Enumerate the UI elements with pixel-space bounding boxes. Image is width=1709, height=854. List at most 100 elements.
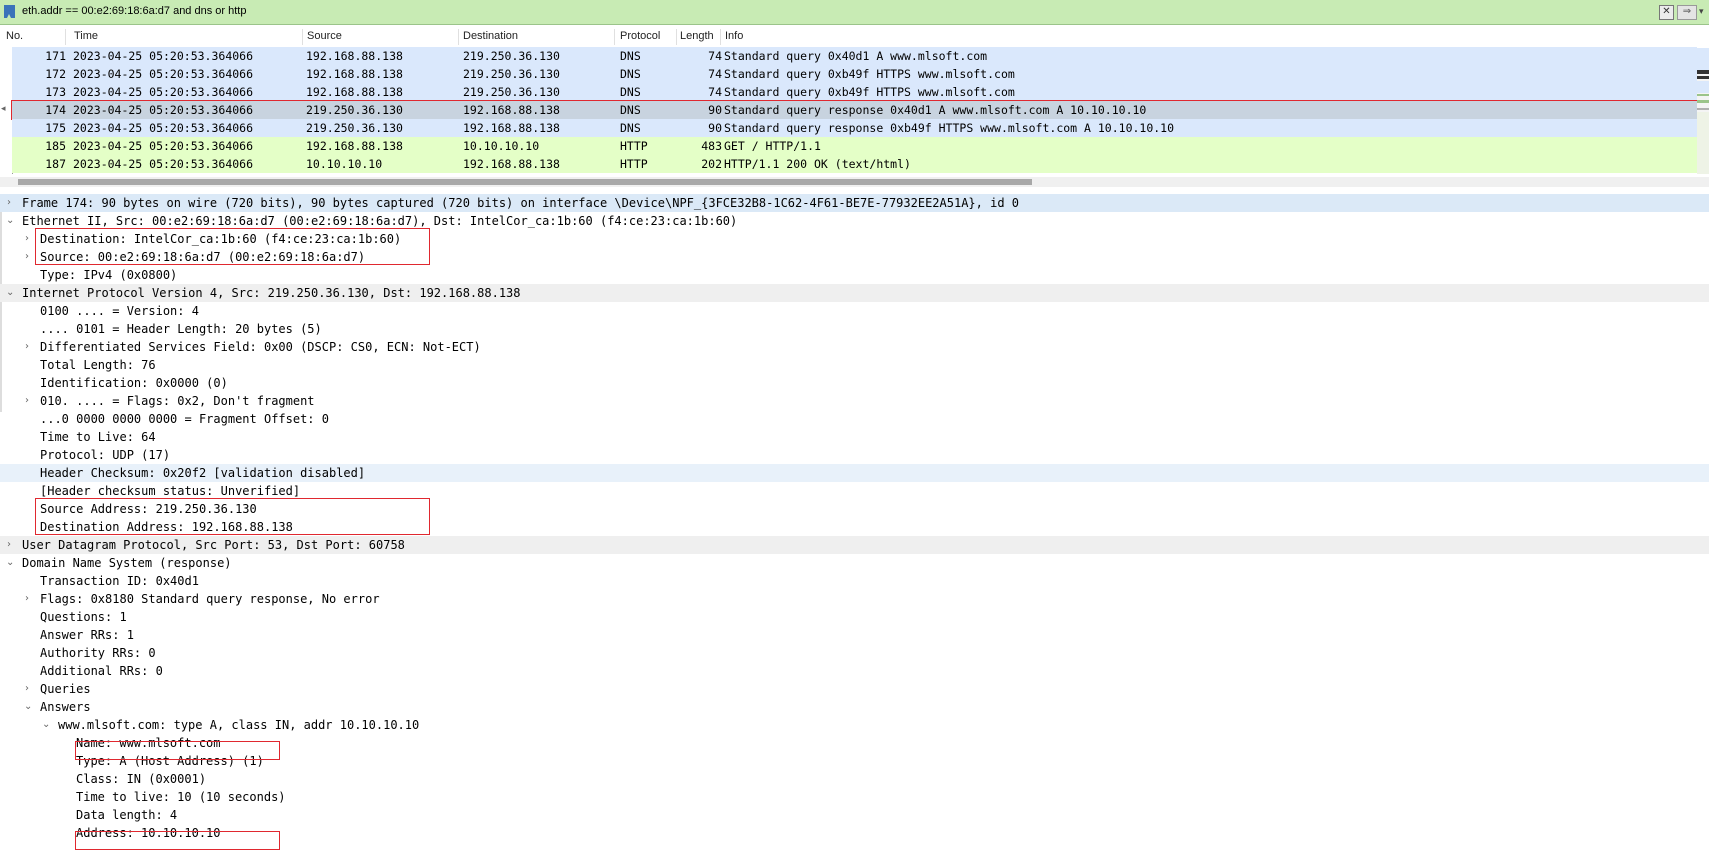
bookmark-icon[interactable] xyxy=(4,5,15,18)
tree-item-ip-flags[interactable]: › 010. .... = Flags: 0x2, Don't fragment xyxy=(0,392,1709,410)
display-filter-bar: eth.addr == 00:e2:69:18:6a:d7 and dns or… xyxy=(0,0,1709,25)
tree-item-answer-data-length[interactable]: Data length: 4 xyxy=(0,806,1709,824)
expand-arrow-icon[interactable]: › xyxy=(7,194,11,212)
packet-row[interactable]: 171 2023-04-25 05:20:53.364066 192.168.8… xyxy=(12,47,1697,65)
cell-destination: 192.168.88.138 xyxy=(463,157,560,171)
tree-item-ip-identification[interactable]: Identification: 0x0000 (0) xyxy=(0,374,1709,392)
tree-item-label: Time to Live: 64 xyxy=(40,430,156,444)
highlight-box-ip-addresses xyxy=(35,498,430,535)
display-filter-input[interactable]: eth.addr == 00:e2:69:18:6a:d7 and dns or… xyxy=(22,5,246,17)
column-header-destination[interactable]: Destination xyxy=(463,30,518,42)
cell-length: 74 xyxy=(708,49,722,63)
expand-arrow-icon[interactable]: › xyxy=(25,248,29,266)
cell-no: 174 xyxy=(45,103,66,117)
tree-item-ip-dsfield[interactable]: › Differentiated Services Field: 0x00 (D… xyxy=(0,338,1709,356)
tree-item-answer-class[interactable]: Class: IN (0x0001) xyxy=(0,770,1709,788)
tree-item-label: 0100 .... = Version: 4 xyxy=(40,304,199,318)
collapse-arrow-icon[interactable]: ⌄ xyxy=(6,554,14,572)
expand-arrow-icon[interactable]: › xyxy=(7,536,11,554)
tree-item-eth-type[interactable]: Type: IPv4 (0x0800) xyxy=(0,266,1709,284)
cell-protocol: DNS xyxy=(620,103,641,117)
cell-no: 187 xyxy=(45,157,66,171)
clear-icon[interactable]: ✕ xyxy=(1659,5,1674,20)
tree-item-ip-ttl[interactable]: Time to Live: 64 xyxy=(0,428,1709,446)
highlight-box-answer-name xyxy=(75,741,280,760)
expand-arrow-icon[interactable]: › xyxy=(25,590,29,608)
column-header-time[interactable]: Time xyxy=(74,30,98,42)
tree-item-label: ...0 0000 0000 0000 = Fragment Offset: 0 xyxy=(40,412,329,426)
tree-item-label: Protocol: UDP (17) xyxy=(40,448,171,462)
cell-length: 74 xyxy=(708,85,722,99)
tree-item-dns-flags[interactable]: › Flags: 0x8180 Standard query response,… xyxy=(0,590,1709,608)
tree-item-ipv4[interactable]: ⌄ Internet Protocol Version 4, Src: 219.… xyxy=(0,284,1709,302)
cell-info: GET / HTTP/1.1 xyxy=(724,139,821,153)
tree-item-label: Time to live: 10 (10 seconds) xyxy=(76,790,286,804)
tree-item-dns-answers[interactable]: ⌄ Answers xyxy=(0,698,1709,716)
expand-arrow-icon[interactable]: › xyxy=(25,680,29,698)
cell-protocol: DNS xyxy=(620,121,641,135)
cell-destination: 219.250.36.130 xyxy=(463,67,560,81)
collapse-arrow-icon[interactable]: ⌄ xyxy=(6,212,14,230)
tree-item-dns-additional-rrs[interactable]: Additional RRs: 0 xyxy=(0,662,1709,680)
tree-item-dns-authority-rrs[interactable]: Authority RRs: 0 xyxy=(0,644,1709,662)
cell-destination: 219.250.36.130 xyxy=(463,85,560,99)
cell-length: 74 xyxy=(708,67,722,81)
cell-time: 2023-04-25 05:20:53.364066 xyxy=(73,49,254,63)
tree-item-ip-fragment-offset[interactable]: ...0 0000 0000 0000 = Fragment Offset: 0 xyxy=(0,410,1709,428)
tree-item-label: Authority RRs: 0 xyxy=(40,646,156,660)
cell-protocol: HTTP xyxy=(620,157,648,171)
cell-length: 483 xyxy=(701,139,722,153)
column-header-info[interactable]: Info xyxy=(725,30,743,42)
cell-info: HTTP/1.1 200 OK (text/html) xyxy=(724,157,911,171)
apply-arrow-icon[interactable]: ⇒ xyxy=(1677,5,1697,20)
expand-arrow-icon[interactable]: › xyxy=(25,338,29,356)
collapse-arrow-icon[interactable]: ⌄ xyxy=(6,284,14,302)
expand-arrow-icon[interactable]: › xyxy=(25,392,29,410)
tree-item-ip-checksum[interactable]: Header Checksum: 0x20f2 [validation disa… xyxy=(0,464,1709,482)
column-header-no[interactable]: No. xyxy=(6,30,23,42)
tree-item-answer-ttl[interactable]: Time to live: 10 (10 seconds) xyxy=(0,788,1709,806)
packet-row[interactable]: 175 2023-04-25 05:20:53.364066 219.250.3… xyxy=(12,119,1697,137)
cell-time: 2023-04-25 05:20:53.364066 xyxy=(73,67,254,81)
packet-row[interactable]: 185 2023-04-25 05:20:53.364066 192.168.8… xyxy=(12,137,1697,155)
tree-item-label: Questions: 1 xyxy=(40,610,127,624)
tree-item-ip-version[interactable]: 0100 .... = Version: 4 xyxy=(0,302,1709,320)
cell-destination: 192.168.88.138 xyxy=(463,121,560,135)
scrollbar-thumb[interactable] xyxy=(18,179,1032,185)
cell-destination: 219.250.36.130 xyxy=(463,49,560,63)
tree-item-dns-answer-rrs[interactable]: Answer RRs: 1 xyxy=(0,626,1709,644)
tree-item-udp[interactable]: › User Datagram Protocol, Src Port: 53, … xyxy=(0,536,1709,554)
cell-time: 2023-04-25 05:20:53.364066 xyxy=(73,121,254,135)
tree-item-ip-header-length[interactable]: .... 0101 = Header Length: 20 bytes (5) xyxy=(0,320,1709,338)
cell-protocol: DNS xyxy=(620,85,641,99)
tree-item-answer-record[interactable]: ⌄ www.mlsoft.com: type A, class IN, addr… xyxy=(0,716,1709,734)
cell-source: 192.168.88.138 xyxy=(306,67,403,81)
packet-row[interactable]: 173 2023-04-25 05:20:53.364066 192.168.8… xyxy=(12,83,1697,101)
tree-item-dns-queries[interactable]: › Queries xyxy=(0,680,1709,698)
tree-item-dns[interactable]: ⌄ Domain Name System (response) xyxy=(0,554,1709,572)
tree-item-label: Type: IPv4 (0x0800) xyxy=(40,268,178,282)
tree-item-ip-protocol[interactable]: Protocol: UDP (17) xyxy=(0,446,1709,464)
tree-item-label: Queries xyxy=(40,682,91,696)
tree-item-dns-transaction-id[interactable]: Transaction ID: 0x40d1 xyxy=(0,572,1709,590)
column-header-source[interactable]: Source xyxy=(307,30,342,42)
column-header-protocol[interactable]: Protocol xyxy=(620,30,660,42)
packet-minimap-scrollbar[interactable] xyxy=(1697,48,1709,174)
expand-arrow-icon[interactable]: › xyxy=(25,230,29,248)
tree-item-label: Total Length: 76 xyxy=(40,358,156,372)
collapse-arrow-icon[interactable]: ⌄ xyxy=(24,698,32,716)
tree-item-frame[interactable]: › Frame 174: 90 bytes on wire (720 bits)… xyxy=(0,194,1709,212)
chevron-down-icon[interactable]: ▾ xyxy=(1699,5,1708,18)
packet-row[interactable]: 187 2023-04-25 05:20:53.364066 10.10.10.… xyxy=(12,155,1697,173)
cell-source: 192.168.88.138 xyxy=(306,49,403,63)
tree-item-label: Domain Name System (response) xyxy=(22,556,232,570)
cell-protocol: HTTP xyxy=(620,139,648,153)
tree-item-dns-questions[interactable]: Questions: 1 xyxy=(0,608,1709,626)
packet-row-selected[interactable]: 174 2023-04-25 05:20:53.364066 219.250.3… xyxy=(11,100,1698,120)
packet-list: No. Time Source Destination Protocol Len… xyxy=(0,25,1709,190)
column-header-length[interactable]: Length xyxy=(680,30,714,42)
collapse-arrow-icon[interactable]: ⌄ xyxy=(42,716,50,734)
tree-item-ip-total-length[interactable]: Total Length: 76 xyxy=(0,356,1709,374)
packet-row[interactable]: 172 2023-04-25 05:20:53.364066 192.168.8… xyxy=(12,65,1697,83)
horizontal-scrollbar[interactable] xyxy=(0,177,1709,187)
